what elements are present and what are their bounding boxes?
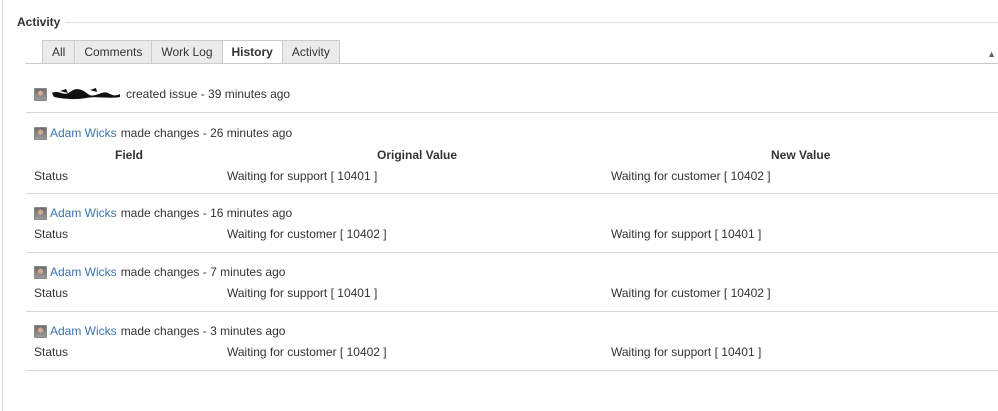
user-avatar-icon[interactable]: [34, 206, 47, 220]
history-entry: Adam Wicks made changes - 7 minutes ago …: [26, 253, 998, 312]
left-border: [2, 0, 3, 411]
original-value: Waiting for support [ 10401 ]: [227, 286, 378, 300]
new-value: Waiting for support [ 10401 ]: [611, 345, 762, 359]
change-summary: made changes - 3 minutes ago: [120, 324, 286, 338]
author-link[interactable]: Adam Wicks: [50, 125, 117, 141]
tab-work-log[interactable]: Work Log: [151, 40, 222, 64]
entry-header: created issue - 39 minutes ago: [34, 86, 290, 102]
entry-header: Adam Wicks made changes - 26 minutes ago: [34, 125, 292, 141]
user-avatar-icon[interactable]: [34, 265, 47, 279]
field-name: Status: [34, 227, 69, 241]
section-title: Activity: [17, 15, 61, 29]
entry-header: Adam Wicks made changes - 7 minutes ago: [34, 264, 285, 280]
change-summary: made changes - 16 minutes ago: [120, 206, 293, 220]
original-value: Waiting for customer [ 10402 ]: [227, 345, 387, 359]
activity-tabs: All Comments Work Log History Activity: [42, 40, 340, 64]
title-divider: [65, 22, 998, 23]
author-link[interactable]: Adam Wicks: [50, 264, 117, 280]
collapse-arrow-icon[interactable]: ▲: [987, 49, 996, 59]
author-link[interactable]: Adam Wicks: [50, 205, 117, 221]
original-value: Waiting for support [ 10401 ]: [227, 169, 378, 183]
history-change-row: Status Waiting for support [ 10401 ] Wai…: [34, 168, 994, 184]
change-summary: made changes - 26 minutes ago: [120, 126, 293, 140]
tab-all[interactable]: All: [42, 40, 75, 64]
entry-header: Adam Wicks made changes - 16 minutes ago: [34, 205, 292, 221]
new-value: Waiting for customer [ 10402 ]: [611, 286, 771, 300]
new-value: Waiting for support [ 10401 ]: [611, 227, 762, 241]
field-name: Status: [34, 286, 69, 300]
history-entry: Adam Wicks made changes - 16 minutes ago…: [26, 194, 998, 253]
tab-comments[interactable]: Comments: [74, 40, 152, 64]
tab-history[interactable]: History: [221, 40, 282, 64]
history-change-row: Status Waiting for support [ 10401 ] Wai…: [34, 285, 994, 301]
field-column-header: Field: [115, 148, 144, 162]
author-link[interactable]: Adam Wicks: [50, 323, 117, 339]
field-name: Status: [34, 345, 69, 359]
history-entry-created: created issue - 39 minutes ago: [26, 64, 998, 113]
new-value-column-header: New Value: [771, 148, 831, 162]
field-name: Status: [34, 169, 69, 183]
entry-header: Adam Wicks made changes - 3 minutes ago: [34, 323, 285, 339]
redacted-author-name: [50, 87, 122, 100]
history-entry: Adam Wicks made changes - 26 minutes ago…: [26, 113, 998, 194]
history-list: created issue - 39 minutes ago Adam Wick…: [26, 64, 998, 371]
original-value-column-header: Original Value: [377, 148, 458, 162]
new-value: Waiting for customer [ 10402 ]: [611, 169, 771, 183]
activity-section-header: Activity: [17, 15, 998, 31]
created-issue-text: created issue - 39 minutes ago: [126, 87, 291, 101]
history-change-row: Status Waiting for customer [ 10402 ] Wa…: [34, 344, 994, 360]
history-entry: Adam Wicks made changes - 3 minutes ago …: [26, 312, 998, 371]
history-change-row: Status Waiting for customer [ 10402 ] Wa…: [34, 226, 994, 242]
original-value: Waiting for customer [ 10402 ]: [227, 227, 387, 241]
tab-activity[interactable]: Activity: [281, 40, 340, 64]
change-summary: made changes - 7 minutes ago: [120, 265, 286, 279]
user-avatar-icon[interactable]: [34, 87, 47, 101]
user-avatar-icon[interactable]: [34, 126, 47, 140]
history-table-header: Field Original Value New Value: [26, 148, 998, 164]
user-avatar-icon[interactable]: [34, 324, 47, 338]
